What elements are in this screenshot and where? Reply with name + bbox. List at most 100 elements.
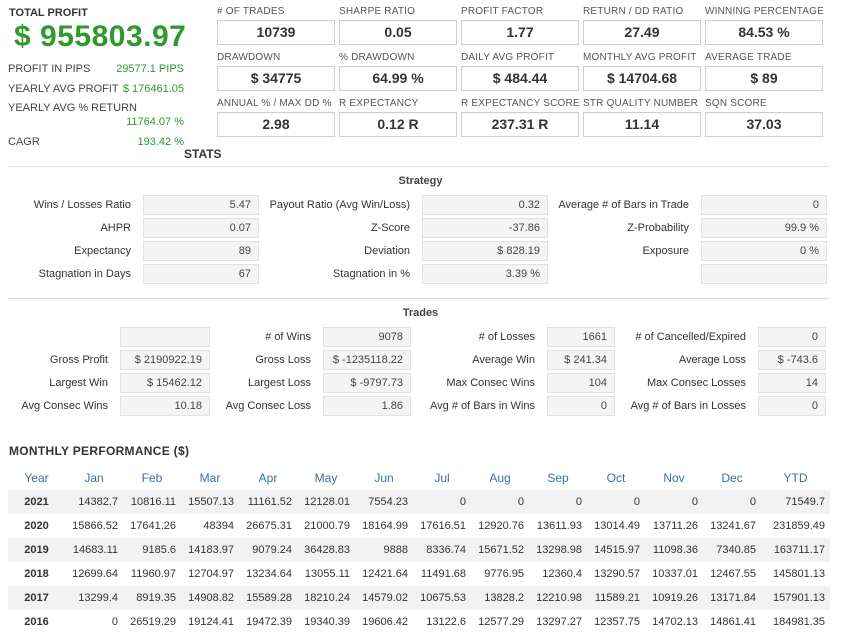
trade-value-largest-win: $ 15462.12 [120, 373, 210, 393]
trade-value-of-wins: 9078 [323, 327, 411, 347]
kpi-drawdown: DRAWDOWN $ 34775 [217, 52, 335, 91]
profit-in-pips-value: 29577.1 PIPS [116, 63, 184, 75]
month-value-cell: 36428.83 [304, 544, 350, 556]
kpi-label: SQN SCORE [705, 98, 767, 109]
trade-value-average-win: $ 241.34 [547, 350, 615, 370]
column-header-ytd: YTD [783, 471, 808, 485]
trade-label-largest-win: Largest Win [49, 377, 108, 389]
year-cell: 2021 [24, 496, 49, 508]
kpi-average-trade: AVERAGE TRADE $ 89 [705, 52, 823, 91]
month-value-cell: 11589.21 [594, 592, 640, 604]
kpi-label: % DRAWDOWN [339, 52, 415, 63]
month-value-cell: 0 [575, 496, 582, 508]
trade-value-avg-of-bars-in-losses: 0 [758, 396, 826, 416]
kpi-value: 1.77 [461, 20, 579, 45]
column-header-nov: Nov [663, 471, 685, 485]
month-value-cell: 14183.97 [188, 544, 234, 556]
year-cell: 2017 [24, 592, 49, 604]
trade-label-average-win: Average Win [472, 354, 535, 366]
month-value-cell: 12421.64 [362, 568, 408, 580]
kpi-annual-max-dd: ANNUAL % / MAX DD % 2.98 [217, 98, 335, 137]
column-header-feb: Feb [141, 471, 163, 485]
cagr-value: 193.42 % [137, 136, 184, 148]
month-value-cell: 13055.11 [304, 568, 350, 580]
kpi-label: # OF TRADES [217, 6, 285, 17]
month-value-cell: 11098.36 [652, 544, 698, 556]
year-cell: 2019 [24, 544, 49, 556]
trade-value-avg-consec-wins: 10.18 [120, 396, 210, 416]
month-value-cell: 231859.49 [773, 520, 825, 532]
month-value-cell: 13122.6 [426, 616, 466, 628]
column-header-may: May [314, 471, 338, 485]
trade-label-gross-loss: Gross Loss [255, 354, 311, 366]
stat-value-payout-ratio-avg-win-loss: 0.32 [422, 195, 548, 215]
trade-value-empty [120, 327, 210, 347]
table-row: 2017 13299.4 8919.35 14908.82 15589.28 18210.… [8, 586, 830, 610]
year-cell: 2016 [24, 616, 49, 628]
month-value-cell: 18164.99 [362, 520, 408, 532]
month-value-cell: 13014.49 [594, 520, 640, 532]
stat-label-stagnation-in-days: Stagnation in Days [38, 268, 131, 280]
profit-in-pips-label: PROFIT IN PIPS [8, 63, 91, 75]
kpi-str-quality-number: STR QUALITY NUMBER 11.14 [583, 98, 701, 137]
column-header-jun: Jun [374, 471, 394, 485]
month-value-cell: 14683.11 [72, 544, 118, 556]
month-value-cell: 12920.76 [478, 520, 524, 532]
month-value-cell: 13299.4 [78, 592, 118, 604]
trade-label-avg-of-bars-in-wins: Avg # of Bars in Wins [430, 400, 535, 412]
month-value-cell: 8336.74 [426, 544, 466, 556]
column-header-year: Year [24, 471, 49, 485]
kpi-value: $ 484.44 [461, 66, 579, 91]
month-value-cell: 163711.17 [773, 544, 825, 556]
kpi-monthly-avg-profit: MONTHLY AVG PROFIT $ 14704.68 [583, 52, 701, 91]
stat-label-payout-ratio-avg-win-loss: Payout Ratio (Avg Win/Loss) [269, 199, 410, 211]
column-header-dec: Dec [721, 471, 743, 485]
trade-label-average-loss: Average Loss [678, 354, 746, 366]
month-value-cell: 10337.01 [652, 568, 698, 580]
month-value-cell: 0 [459, 496, 466, 508]
month-value-cell: 14861.41 [710, 616, 756, 628]
kpi-return-dd-ratio: RETURN / DD RATIO 27.49 [583, 6, 701, 45]
stat-value-stagnation-in-days: 67 [143, 264, 259, 284]
column-header-sep: Sep [547, 471, 569, 485]
monthly-performance-table: Year Jan Feb Mar Apr May Jun Jul Aug Sep Oct Nov Dec… [8, 466, 830, 634]
stat-value-stagnation-in: 3.39 % [422, 264, 548, 284]
trade-value-average-loss: $ -743.6 [758, 350, 826, 370]
month-value-cell: 0 [111, 616, 118, 628]
table-row: 2021 14382.7 10816.11 15507.13 11161.52 12128… [8, 490, 830, 514]
trades-title: Trades [402, 307, 439, 319]
month-value-cell: 14908.82 [188, 592, 234, 604]
column-header-oct: Oct [606, 471, 626, 485]
month-value-cell: 13297.27 [536, 616, 582, 628]
trade-label-max-consec-wins: Max Consec Wins [446, 377, 535, 389]
month-value-cell: 13828.2 [484, 592, 524, 604]
month-value-cell: 18210.24 [304, 592, 350, 604]
month-value-cell: 0 [633, 496, 640, 508]
month-value-cell: 15507.13 [188, 496, 234, 508]
kpi-r-expectancy-score: R EXPECTANCY SCORE 237.31 R [461, 98, 580, 137]
stat-label-stagnation-in: Stagnation in % [332, 268, 410, 280]
trade-value-max-consec-wins: 104 [547, 373, 615, 393]
month-value-cell: 9888 [383, 544, 408, 556]
month-value-cell: 10675.53 [420, 592, 466, 604]
kpi-value: 0.05 [339, 20, 457, 45]
trade-label-avg-consec-wins: Avg Consec Wins [21, 400, 108, 412]
stat-label-exposure: Exposure [642, 245, 689, 257]
kpi-sharpe-ratio: SHARPE RATIO 0.05 [339, 6, 457, 45]
month-value-cell: 12210.98 [536, 592, 582, 604]
month-value-cell: 13290.57 [594, 568, 640, 580]
year-cell: 2018 [24, 568, 49, 580]
month-value-cell: 13298.98 [536, 544, 582, 556]
trade-value-of-cancelled-expired: 0 [758, 327, 826, 347]
month-value-cell: 145801.13 [773, 568, 825, 580]
kpi-label: R EXPECTANCY [339, 98, 419, 109]
month-value-cell: 14702.13 [652, 616, 698, 628]
stat-value-average-of-bars-in-trade: 0 [701, 195, 827, 215]
yearly-avg-profit-value: $ 176461.05 [122, 83, 184, 95]
column-header-apr: Apr [258, 471, 278, 485]
month-value-cell: 13611.93 [536, 520, 582, 532]
trade-value-max-consec-losses: 14 [758, 373, 826, 393]
kpi-value: 237.31 R [461, 112, 579, 137]
trade-label-of-losses: # of Losses [478, 331, 535, 343]
kpi-label: STR QUALITY NUMBER [583, 98, 699, 109]
